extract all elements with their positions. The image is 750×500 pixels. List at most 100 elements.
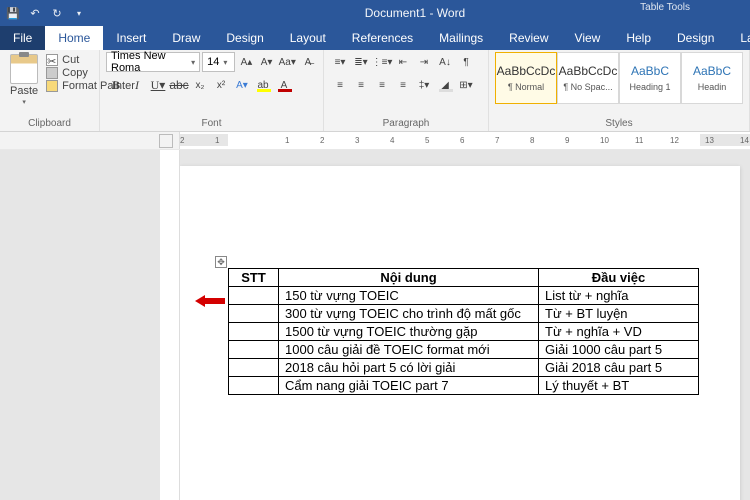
cell-nd[interactable]: 1000 câu giải đề TOEIC format mới <box>279 341 539 359</box>
style-sample: AaBbCcDc <box>559 64 618 78</box>
justify-button[interactable]: ≡ <box>393 75 413 95</box>
group-styles-label: Styles <box>495 117 743 131</box>
document-page[interactable]: ✥ STT Nội dung Đầu việc 150 từ vựng TOEI… <box>180 166 740 500</box>
document-area: ✥ STT Nội dung Đầu việc 150 từ vựng TOEI… <box>0 150 750 500</box>
style---no-spac---[interactable]: AaBbCcDc ¶ No Spac... <box>557 52 619 104</box>
style-headin[interactable]: AaBbCHeadin <box>681 52 743 104</box>
tab-draw[interactable]: Draw <box>159 26 213 50</box>
table-row[interactable]: 1500 từ vựng TOEIC thường gặpTừ + nghĩa … <box>229 323 699 341</box>
horizontal-ruler[interactable]: 211234567891011121314 <box>0 132 750 150</box>
bold-button[interactable]: B <box>106 75 126 95</box>
tab-home[interactable]: Home <box>45 26 103 50</box>
table-row[interactable]: 1000 câu giải đề TOEIC format mớiGiải 10… <box>229 341 699 359</box>
clear-formatting-button[interactable]: A̶ <box>299 52 317 72</box>
cell-dv[interactable]: Từ + nghĩa + VD <box>539 323 699 341</box>
subscript-button[interactable]: x₂ <box>190 75 210 95</box>
borders-button[interactable]: ⊞▾ <box>456 75 476 95</box>
cell-nd[interactable]: 300 từ vựng TOEIC cho trình độ mất gốc <box>279 305 539 323</box>
cell-stt[interactable] <box>229 341 279 359</box>
tab-design[interactable]: Design <box>213 26 276 50</box>
ruler-mark: 4 <box>390 136 394 145</box>
content-table[interactable]: STT Nội dung Đầu việc 150 từ vựng TOEICL… <box>228 268 699 395</box>
cell-dv[interactable]: List từ + nghĩa <box>539 287 699 305</box>
numbering-button[interactable]: ≣▾ <box>351 52 371 72</box>
table-row[interactable]: 150 từ vựng TOEICList từ + nghĩa <box>229 287 699 305</box>
tab-file[interactable]: File <box>0 26 45 50</box>
decrease-indent-button[interactable]: ⇤ <box>393 52 413 72</box>
cell-stt[interactable] <box>229 305 279 323</box>
qat-more-icon[interactable]: ▾ <box>72 6 86 20</box>
multilevel-list-button[interactable]: ⋮≡▾ <box>372 52 392 72</box>
show-marks-button[interactable]: ¶ <box>456 52 476 72</box>
table-row[interactable]: 2018 câu hỏi part 5 có lời giảiGiải 2018… <box>229 359 699 377</box>
highlight-button[interactable]: ab <box>253 75 273 95</box>
paste-button[interactable]: Paste ▾ <box>6 52 42 117</box>
quick-access-toolbar: 💾 ↶ ↻ ▾ <box>6 6 86 20</box>
cell-dv[interactable]: Lý thuyết + BT <box>539 377 699 395</box>
tab-insert[interactable]: Insert <box>103 26 159 50</box>
align-left-button[interactable]: ≡ <box>330 75 350 95</box>
group-paragraph-label: Paragraph <box>330 117 482 131</box>
tab-layout[interactable]: Layout <box>277 26 339 50</box>
tab-selector-icon[interactable] <box>159 134 173 148</box>
header-stt[interactable]: STT <box>229 269 279 287</box>
tab-table-design[interactable]: Design <box>664 26 727 50</box>
align-center-button[interactable]: ≡ <box>351 75 371 95</box>
cell-stt[interactable] <box>229 359 279 377</box>
copy-icon <box>46 67 58 79</box>
strikethrough-button[interactable]: abc <box>169 75 189 95</box>
grow-font-button[interactable]: A▴ <box>237 52 255 72</box>
cell-dv[interactable]: Giải 1000 câu part 5 <box>539 341 699 359</box>
increase-indent-button[interactable]: ⇥ <box>414 52 434 72</box>
table-row[interactable]: Cẩm nang giải TOEIC part 7Lý thuyết + BT <box>229 377 699 395</box>
bullets-button[interactable]: ≡▾ <box>330 52 350 72</box>
cell-stt[interactable] <box>229 377 279 395</box>
line-spacing-button[interactable]: ‡▾ <box>414 75 434 95</box>
shading-button[interactable]: ◢ <box>435 75 455 95</box>
change-case-button[interactable]: Aa▾ <box>278 52 297 72</box>
cell-dv[interactable]: Giải 2018 câu part 5 <box>539 359 699 377</box>
cell-nd[interactable]: Cẩm nang giải TOEIC part 7 <box>279 377 539 395</box>
tab-review[interactable]: Review <box>496 26 561 50</box>
table-row[interactable]: 300 từ vựng TOEIC cho trình độ mất gốcTừ… <box>229 305 699 323</box>
cell-nd[interactable]: 1500 từ vựng TOEIC thường gặp <box>279 323 539 341</box>
tab-references[interactable]: References <box>339 26 426 50</box>
header-dauviec[interactable]: Đầu việc <box>539 269 699 287</box>
ruler-mark: 10 <box>600 136 609 145</box>
text-effects-button[interactable]: A▾ <box>232 75 252 95</box>
paste-more-icon[interactable]: ▾ <box>22 98 26 106</box>
format-painter-icon <box>46 80 58 92</box>
cut-icon: ✂ <box>46 54 58 66</box>
style---normal[interactable]: AaBbCcDc¶ Normal <box>495 52 557 104</box>
sort-button[interactable]: A↓ <box>435 52 455 72</box>
italic-button[interactable]: I <box>127 75 147 95</box>
vertical-ruler[interactable] <box>160 150 180 500</box>
redo-icon[interactable]: ↻ <box>50 6 64 20</box>
style-heading-1[interactable]: AaBbCHeading 1 <box>619 52 681 104</box>
tab-help[interactable]: Help <box>613 26 664 50</box>
tab-table-layout[interactable]: Layout <box>727 26 750 50</box>
shrink-font-button[interactable]: A▾ <box>258 52 276 72</box>
cell-nd[interactable]: 150 từ vựng TOEIC <box>279 287 539 305</box>
tab-mailings[interactable]: Mailings <box>426 26 496 50</box>
cell-stt[interactable] <box>229 323 279 341</box>
save-icon[interactable]: 💾 <box>6 6 20 20</box>
font-name-dropdown[interactable]: Times New Roma▾ <box>106 52 200 72</box>
tab-view[interactable]: View <box>562 26 614 50</box>
undo-icon[interactable]: ↶ <box>28 6 42 20</box>
style-label: ¶ No Spac... <box>563 82 612 92</box>
underline-button[interactable]: U▾ <box>148 75 168 95</box>
cell-nd[interactable]: 2018 câu hỏi part 5 có lời giải <box>279 359 539 377</box>
align-right-button[interactable]: ≡ <box>372 75 392 95</box>
cell-stt[interactable] <box>229 287 279 305</box>
paste-label: Paste <box>10 85 38 97</box>
superscript-button[interactable]: x² <box>211 75 231 95</box>
chevron-down-icon: ▾ <box>191 58 195 67</box>
cell-dv[interactable]: Từ + BT luyện <box>539 305 699 323</box>
table-header-row[interactable]: STT Nội dung Đầu việc <box>229 269 699 287</box>
table-move-handle-icon[interactable]: ✥ <box>215 256 227 268</box>
header-noidung[interactable]: Nội dung <box>279 269 539 287</box>
font-size-dropdown[interactable]: 14▾ <box>202 52 235 72</box>
font-color-button[interactable]: A <box>274 75 294 95</box>
group-font-label: Font <box>106 117 317 131</box>
